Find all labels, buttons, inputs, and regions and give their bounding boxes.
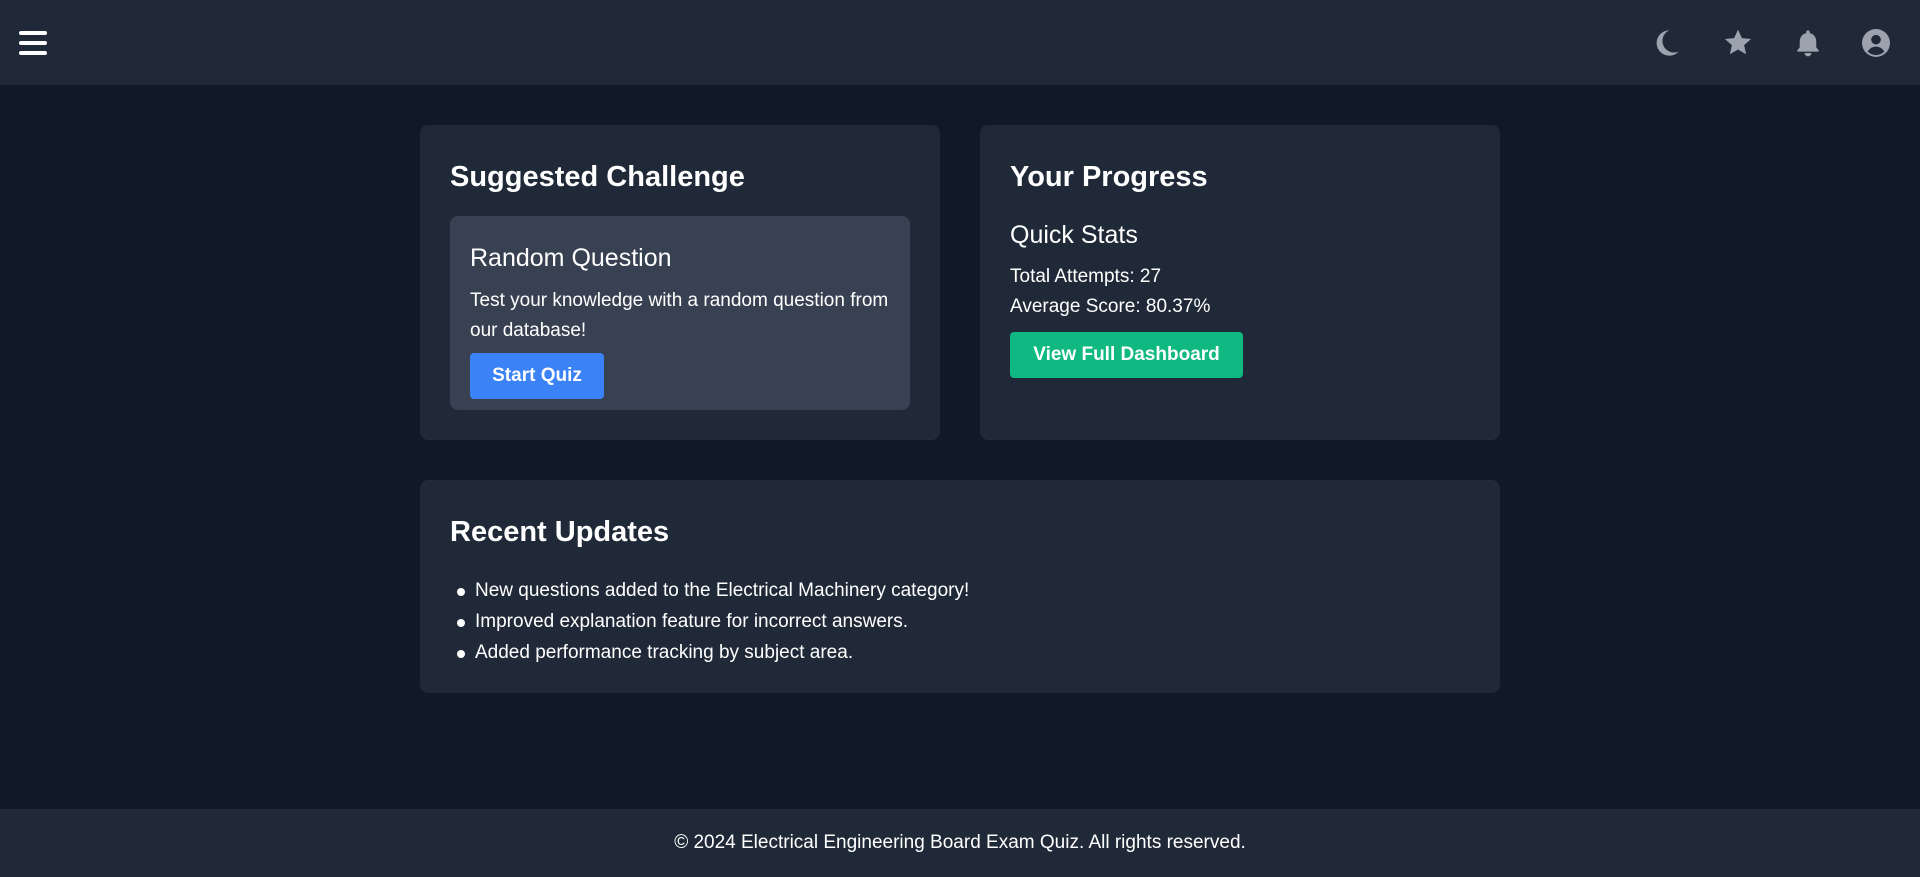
list-item: New questions added to the Electrical Ma… bbox=[450, 575, 969, 606]
view-full-dashboard-button[interactable]: View Full Dashboard bbox=[1010, 332, 1243, 378]
list-item: Added performance tracking by subject ar… bbox=[450, 637, 969, 668]
suggested-challenge-card: Suggested Challenge Random Question Test… bbox=[420, 125, 940, 440]
list-item: Improved explanation feature for incorre… bbox=[450, 606, 969, 637]
recent-updates-title: Recent Updates bbox=[450, 516, 670, 548]
recent-updates-card: Recent Updates New questions added to th… bbox=[420, 480, 1500, 693]
random-question-title: Random Question bbox=[470, 244, 672, 272]
menu-icon[interactable] bbox=[19, 29, 47, 57]
bell-icon[interactable] bbox=[1792, 27, 1824, 59]
your-progress-card: Your Progress Quick Stats Total Attempts… bbox=[980, 125, 1500, 440]
start-quiz-button[interactable]: Start Quiz bbox=[470, 353, 604, 399]
copyright-text: © 2024 Electrical Engineering Board Exam… bbox=[674, 832, 1246, 853]
random-question-card: Random Question Test your knowledge with… bbox=[450, 216, 910, 410]
star-icon[interactable] bbox=[1722, 27, 1754, 59]
quick-stats-heading: Quick Stats bbox=[1010, 221, 1138, 249]
footer: © 2024 Electrical Engineering Board Exam… bbox=[0, 809, 1920, 877]
your-progress-title: Your Progress bbox=[1010, 161, 1208, 193]
total-attempts: Total Attempts: 27 bbox=[1010, 266, 1162, 287]
user-circle-icon[interactable] bbox=[1860, 27, 1892, 59]
random-question-description: Test your knowledge with a random questi… bbox=[470, 290, 889, 341]
updates-list: New questions added to the Electrical Ma… bbox=[450, 575, 969, 668]
moon-icon[interactable] bbox=[1650, 27, 1682, 59]
top-navbar bbox=[0, 0, 1920, 85]
suggested-challenge-title: Suggested Challenge bbox=[450, 161, 745, 193]
average-score: Average Score: 80.37% bbox=[1010, 296, 1211, 317]
